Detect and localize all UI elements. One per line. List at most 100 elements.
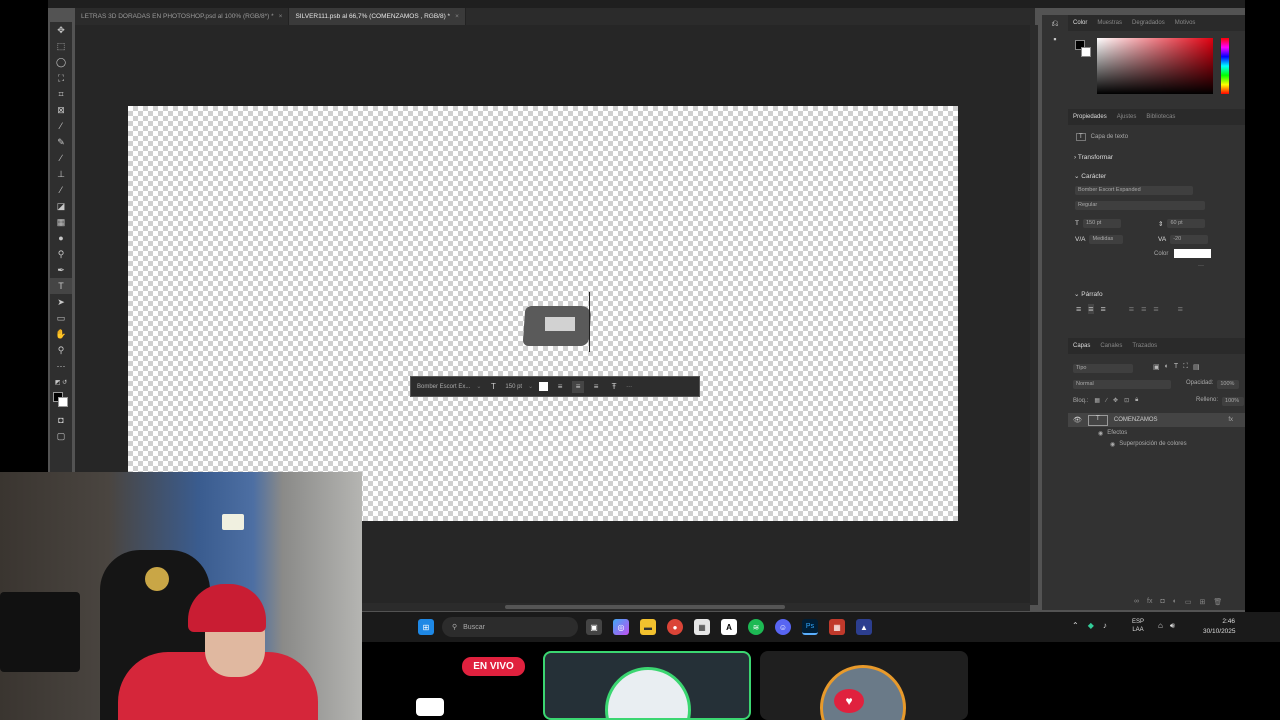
opacity-field[interactable]: 100% xyxy=(1217,380,1240,389)
copilot-icon[interactable]: ◎ xyxy=(613,619,629,635)
tray-app-icon[interactable]: ◆ xyxy=(1088,621,1094,630)
ctx-font-family[interactable]: Bomber Escort Ex... xyxy=(417,384,470,390)
chevron-down-icon[interactable]: ⌄ xyxy=(476,383,481,390)
justify-center-icon[interactable]: ≡ xyxy=(1141,304,1146,314)
align-right-icon[interactable]: ≡ xyxy=(590,381,602,393)
chrome-icon[interactable]: ● xyxy=(667,619,683,635)
tab-propiedades[interactable]: Propiedades xyxy=(1073,114,1107,120)
font-style-select[interactable]: Regular xyxy=(1075,201,1205,210)
horizontal-scroll-thumb[interactable] xyxy=(505,605,785,609)
align-right-icon[interactable]: ≡ xyxy=(1101,304,1106,314)
more-options-icon[interactable]: ··· xyxy=(1198,263,1204,269)
layer-effects-row[interactable]: ◉ Efectos xyxy=(1098,430,1127,437)
align-left-icon[interactable]: ≡ xyxy=(554,381,566,393)
tab-letras-3d[interactable]: LETRAS 3D DORADAS EN PHOTOSHOP.psd al 10… xyxy=(75,8,290,25)
close-icon[interactable]: × xyxy=(279,13,283,20)
hue-slider[interactable] xyxy=(1221,38,1229,94)
language-indicator[interactable]: ESP LAA xyxy=(1132,618,1144,634)
pen-tool-icon[interactable]: ✒ xyxy=(50,262,72,278)
tab-color[interactable]: Color xyxy=(1073,20,1087,26)
clone-stamp-tool-icon[interactable]: ⊥ xyxy=(50,166,72,182)
tab-ajustes[interactable]: Ajustes xyxy=(1117,114,1137,120)
blend-mode-select[interactable]: Normal xyxy=(1073,380,1171,389)
panel-background-color[interactable] xyxy=(1081,47,1091,57)
hand-tool-icon[interactable]: ✋ xyxy=(50,326,72,342)
screen-mode-icon[interactable]: ▢ xyxy=(50,428,72,444)
mask-icon[interactable]: ◘ xyxy=(1160,598,1164,606)
tab-canales[interactable]: Canales xyxy=(1100,343,1122,349)
dodge-tool-icon[interactable]: ⚲ xyxy=(50,246,72,262)
photoshop-icon[interactable]: Ps xyxy=(802,619,818,635)
more-options-icon[interactable]: ··· xyxy=(626,384,632,390)
justify-all-icon[interactable]: ≡ xyxy=(1178,304,1183,314)
adobe-app-icon[interactable]: A xyxy=(721,619,737,635)
brush-tool-icon[interactable]: ∕ xyxy=(50,150,72,166)
network-icon[interactable]: ⌂ xyxy=(1158,621,1163,631)
history-icon[interactable]: ⎌ xyxy=(1042,15,1068,31)
lock-position-icon[interactable]: ✥ xyxy=(1113,397,1118,404)
clock[interactable]: 2:46 30/10/2025 xyxy=(1203,617,1236,637)
stream-card-active[interactable] xyxy=(543,651,751,720)
app-icon[interactable]: ▲ xyxy=(856,619,872,635)
type-filter-icon[interactable]: T xyxy=(1174,363,1178,371)
tab-trazados[interactable]: Trazados xyxy=(1132,343,1157,349)
justify-right-icon[interactable]: ≡ xyxy=(1153,304,1158,314)
background-swatch[interactable] xyxy=(58,397,68,407)
font-size-field[interactable]: 150 pt xyxy=(1082,219,1121,228)
align-left-icon[interactable]: ≡ xyxy=(1076,304,1081,314)
tracking-field[interactable]: -20 xyxy=(1170,235,1209,244)
rectangle-tool-icon[interactable]: ▭ xyxy=(50,310,72,326)
crop-tool-icon[interactable]: ⌗ xyxy=(50,86,72,102)
path-select-tool-icon[interactable]: ➤ xyxy=(50,294,72,310)
color-swatches[interactable] xyxy=(50,390,72,412)
chat-bubble-icon[interactable] xyxy=(416,698,444,716)
leading-field[interactable]: 60 pt xyxy=(1167,219,1206,228)
lock-all-icon[interactable]: 🔒︎ xyxy=(1135,397,1138,404)
lock-paint-icon[interactable]: ∕ xyxy=(1106,398,1107,404)
align-center-icon[interactable]: ≡ xyxy=(1088,304,1094,314)
layer-filter-input[interactable]: Tipo xyxy=(1073,364,1133,373)
spotify-icon[interactable]: ≋ xyxy=(748,619,764,635)
zoom-tool-icon[interactable]: ⚲ xyxy=(50,342,72,358)
image-filter-icon[interactable]: ▣ xyxy=(1153,363,1160,371)
visibility-eye-icon[interactable]: ◉ xyxy=(1110,441,1115,448)
more-tools-icon[interactable]: ⋯ xyxy=(50,358,72,374)
frame-tool-icon[interactable]: ⊠ xyxy=(50,102,72,118)
eraser-tool-icon[interactable]: ◪ xyxy=(50,198,72,214)
vertical-scrollbar[interactable] xyxy=(1030,25,1038,605)
tab-bibliotecas[interactable]: Bibliotecas xyxy=(1146,114,1175,120)
file-explorer-icon[interactable]: ▬ xyxy=(640,619,656,635)
color-field[interactable] xyxy=(1097,38,1213,94)
tab-degradados[interactable]: Degradados xyxy=(1132,20,1165,26)
tab-capas[interactable]: Capas xyxy=(1073,343,1090,349)
layer-name[interactable]: COMENZAMOS xyxy=(1114,417,1158,423)
folder-icon[interactable]: ▭ xyxy=(1185,598,1192,606)
taskbar-search[interactable]: ⚲ Buscar xyxy=(442,617,578,637)
justify-left-icon[interactable]: ≡ xyxy=(1129,304,1134,314)
object-select-tool-icon[interactable]: ⛶ xyxy=(50,70,72,86)
layer-row-comenzamos[interactable]: 👁︎ T COMENZAMOS fx xyxy=(1068,413,1245,427)
type-tool-icon[interactable]: T xyxy=(50,278,72,294)
font-family-select[interactable]: Bomber Escort Expanded xyxy=(1075,186,1193,195)
shape-filter-icon[interactable]: ⛶ xyxy=(1183,363,1188,371)
default-colors-icon[interactable]: ◩ ↺ xyxy=(50,374,72,390)
fill-field[interactable]: 100% xyxy=(1222,397,1245,406)
blur-tool-icon[interactable]: ● xyxy=(50,230,72,246)
transform-section[interactable]: › Transformar xyxy=(1074,154,1113,161)
volume-icon[interactable]: 🔊︎ xyxy=(1170,621,1175,631)
chevron-down-icon[interactable]: ⌄ xyxy=(528,383,533,390)
character-section[interactable]: ⌄ Carácter xyxy=(1074,172,1106,180)
fx-badge[interactable]: fx xyxy=(1228,417,1233,423)
trash-icon[interactable]: 🗑︎ xyxy=(1213,598,1222,606)
align-center-icon[interactable]: ≡ xyxy=(572,380,585,393)
lock-pixels-icon[interactable]: ▦ xyxy=(1094,397,1100,404)
eyedropper-tool-icon[interactable]: ⁄ xyxy=(50,118,72,134)
comment-icon[interactable]: ▪ xyxy=(1042,31,1068,47)
text-color-swatch[interactable] xyxy=(539,382,549,391)
new-layer-icon[interactable]: ⊞ xyxy=(1200,598,1206,606)
move-tool-icon[interactable]: ✥ xyxy=(50,22,72,38)
stream-card[interactable]: ♥ xyxy=(760,651,968,720)
task-view-icon[interactable]: ▣ xyxy=(586,619,602,635)
close-icon[interactable]: × xyxy=(455,13,459,20)
lasso-tool-icon[interactable]: ◯ xyxy=(50,54,72,70)
